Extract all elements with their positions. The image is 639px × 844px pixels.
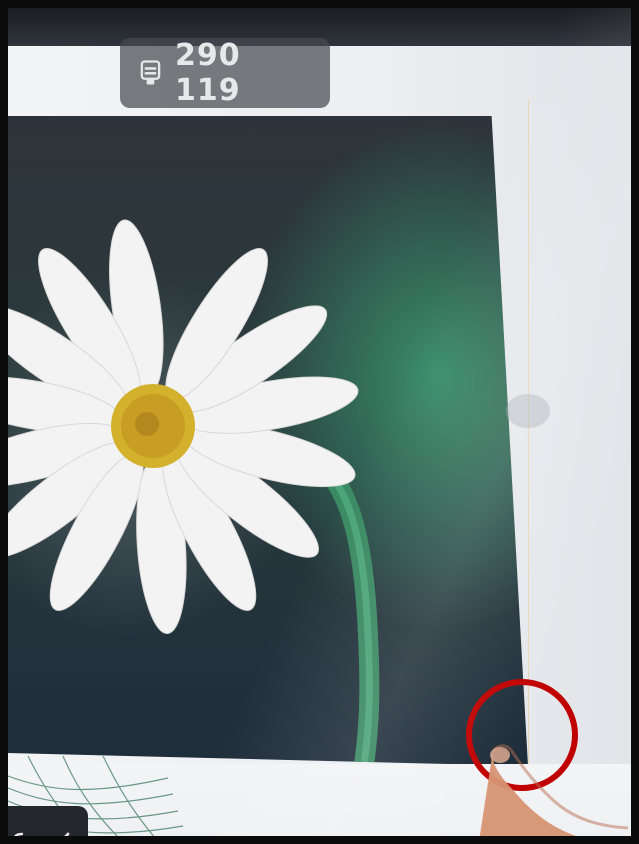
daisy-photo[interactable] bbox=[8, 116, 528, 766]
screen-frame: 290 119 bbox=[8, 8, 631, 836]
confirm-button[interactable] bbox=[44, 822, 78, 836]
undo-icon bbox=[14, 832, 24, 836]
counter-badge: 290 119 bbox=[120, 38, 330, 108]
daisy-illustration bbox=[8, 219, 380, 766]
finger-pointer bbox=[479, 744, 631, 836]
bottom-toolbar bbox=[8, 806, 88, 836]
undo-button[interactable] bbox=[8, 822, 36, 836]
counter-value: 290 119 bbox=[174, 38, 241, 108]
checkmark-icon bbox=[64, 832, 70, 836]
stamp-icon bbox=[140, 60, 161, 85]
scroll-handle[interactable] bbox=[506, 394, 550, 428]
